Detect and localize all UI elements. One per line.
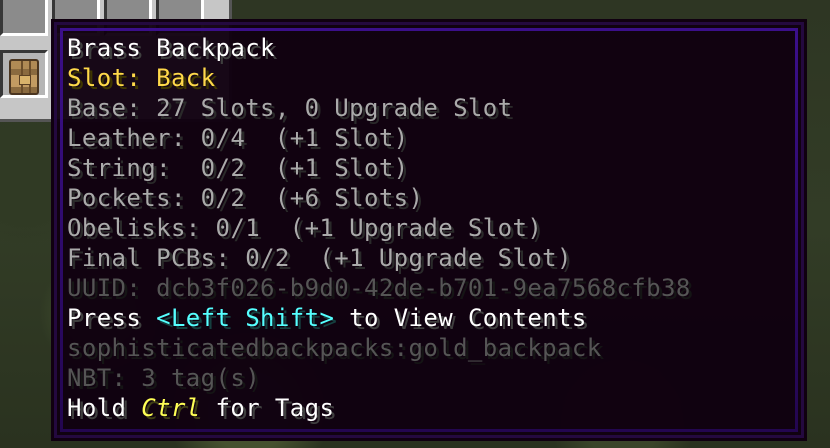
press-prefix: Press bbox=[67, 304, 157, 332]
leather-line: Leather: 0/4 (+1 Slot) bbox=[67, 124, 409, 152]
brass-backpack-icon bbox=[9, 59, 39, 95]
press-shift-line: Press <Left Shift> to View Contents bbox=[67, 303, 691, 333]
base-line: Base: 27 Slots, 0 Upgrade Slot bbox=[67, 94, 513, 122]
backpack-slot[interactable] bbox=[0, 50, 48, 98]
nbt-line: NBT: 3 tag(s) bbox=[67, 364, 261, 392]
left-shift-key: <Left Shift> bbox=[156, 304, 335, 332]
press-suffix: to View Contents bbox=[334, 304, 587, 332]
tooltip-lines: Brass Backpack Slot: Back Base: 27 Slots… bbox=[67, 33, 691, 423]
final-pcbs-line: Final PCBs: 0/2 (+1 Upgrade Slot) bbox=[67, 244, 572, 272]
item-tooltip: Brass Backpack Slot: Back Base: 27 Slots… bbox=[51, 19, 807, 441]
game-scene: Brass Backpack Slot: Back Base: 27 Slots… bbox=[0, 0, 830, 448]
item-title: Brass Backpack bbox=[67, 34, 275, 62]
slot-line: Slot: Back bbox=[67, 64, 216, 92]
obelisks-line: Obelisks: 0/1 (+1 Upgrade Slot) bbox=[67, 214, 543, 242]
item-id-line: sophisticatedbackpacks:gold_backpack bbox=[67, 334, 602, 362]
hold-prefix: Hold bbox=[67, 394, 142, 422]
pockets-line: Pockets: 0/2 (+6 Slots) bbox=[67, 184, 424, 212]
ctrl-key: Ctrl bbox=[141, 394, 201, 422]
hold-suffix: for Tags bbox=[200, 394, 335, 422]
hold-ctrl-line: Hold Ctrl for Tags bbox=[67, 393, 691, 423]
uuid-line: UUID: dcb3f026-b9d0-42de-b701-9ea7568cfb… bbox=[67, 274, 691, 302]
string-line: String: 0/2 (+1 Slot) bbox=[67, 154, 409, 182]
inventory-slot[interactable] bbox=[0, 0, 48, 36]
